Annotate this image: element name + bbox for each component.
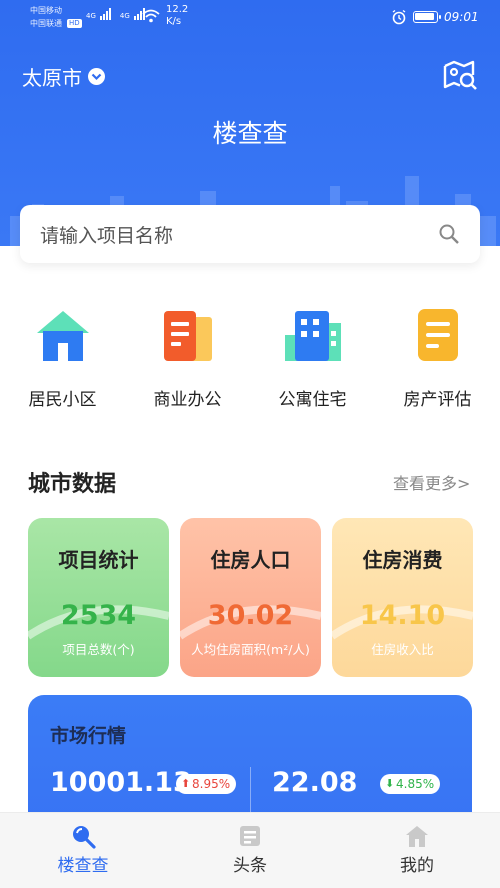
wifi-icon xyxy=(142,9,160,23)
card-value: 30.02 xyxy=(207,600,294,631)
market-change-badge-1: ⬆ 8.95% xyxy=(176,774,237,794)
card-title: 住房人口 xyxy=(210,548,291,572)
category-grid: 居民小区 商业办公 公寓住宅 房产评估 xyxy=(0,305,500,415)
app-title: 楼查查 xyxy=(212,119,288,148)
clock: 09:01 xyxy=(444,10,479,24)
search-bar[interactable]: 请输入项目名称 xyxy=(20,205,480,263)
market-divider xyxy=(250,767,251,817)
arrow-down-icon: ⬇ xyxy=(385,777,395,790)
nav-label: 头条 xyxy=(233,856,267,876)
category-office[interactable]: 商业办公 xyxy=(125,305,250,410)
category-label: 商业办公 xyxy=(153,390,222,410)
home-icon xyxy=(404,823,430,849)
house-icon xyxy=(33,305,93,365)
nav-label: 我的 xyxy=(400,856,434,876)
search-icon xyxy=(70,823,96,849)
category-label: 房产评估 xyxy=(403,390,472,410)
chevron-down-icon xyxy=(88,68,105,85)
arrow-up-icon: ⬆ xyxy=(181,777,191,790)
city-name: 太原市 xyxy=(22,66,82,90)
market-value-1: 10001.13 xyxy=(50,767,192,798)
market-value-2: 22.08 xyxy=(272,767,358,798)
network-type-2: 4G xyxy=(119,12,130,20)
nav-item-profile[interactable]: 我的 xyxy=(334,813,500,888)
card-value: 14.10 xyxy=(359,600,446,631)
market-change-2: 4.85% xyxy=(396,777,435,791)
data-card-consumption[interactable]: 住房消费 14.10 住房收入比 xyxy=(332,518,473,677)
office-building-icon xyxy=(158,305,218,365)
network-type-1: 4G xyxy=(86,12,96,20)
card-subtitle: 住房收入比 xyxy=(371,642,434,657)
section-title: 城市数据 xyxy=(28,472,117,497)
market-change-1: 8.95% xyxy=(192,777,231,791)
hd-badge: HD xyxy=(67,19,82,28)
category-valuation[interactable]: 房产评估 xyxy=(375,305,500,410)
nav-item-home[interactable]: 楼查查 xyxy=(0,813,166,888)
network-speed: 12.2 K/s xyxy=(166,4,188,28)
card-subtitle: 项目总数(个) xyxy=(62,642,135,657)
bottom-nav: 楼查查 头条 我的 xyxy=(0,812,500,888)
category-residential[interactable]: 居民小区 xyxy=(0,305,125,410)
market-change-badge-2: ⬇ 4.85% xyxy=(380,774,441,794)
data-card-projects[interactable]: 项目统计 2534 项目总数(个) xyxy=(28,518,169,677)
signal-indicators: 4G 4G xyxy=(86,8,145,20)
market-title: 市场行情 xyxy=(50,725,127,747)
map-search-icon[interactable] xyxy=(442,58,478,92)
card-title: 住房消费 xyxy=(362,548,443,572)
speed-unit: K/s xyxy=(166,16,182,27)
view-more-link[interactable]: 查看更多> xyxy=(393,470,470,494)
nav-item-news[interactable]: 头条 xyxy=(167,813,333,888)
card-subtitle: 人均住房面积(m²/人) xyxy=(191,642,310,657)
carrier-2: 中国联通 xyxy=(30,19,62,28)
category-label: 公寓住宅 xyxy=(278,390,347,410)
data-card-population[interactable]: 住房人口 30.02 人均住房面积(m²/人) xyxy=(180,518,321,677)
category-label: 居民小区 xyxy=(28,390,97,410)
search-icon[interactable] xyxy=(438,223,460,245)
speed-value: 12.2 xyxy=(166,4,189,15)
search-input[interactable]: 请输入项目名称 xyxy=(40,221,438,248)
nav-label: 楼查查 xyxy=(57,856,109,876)
status-bar: 中国移动 中国联通 HD 4G 4G 12.2 K/s 09:01 xyxy=(0,0,500,34)
card-title: 项目统计 xyxy=(58,548,139,572)
signal-bars-1-icon xyxy=(99,8,111,20)
news-icon xyxy=(237,823,263,849)
alarm-icon xyxy=(392,9,406,25)
category-apartment[interactable]: 公寓住宅 xyxy=(250,305,375,410)
apartment-icon xyxy=(283,305,343,365)
document-icon xyxy=(408,305,468,365)
carrier-labels: 中国移动 中国联通 xyxy=(30,4,62,30)
carrier-1: 中国移动 xyxy=(30,6,62,15)
card-value: 2534 xyxy=(60,600,137,631)
battery-icon xyxy=(413,11,441,23)
city-selector[interactable]: 太原市 xyxy=(22,62,105,91)
